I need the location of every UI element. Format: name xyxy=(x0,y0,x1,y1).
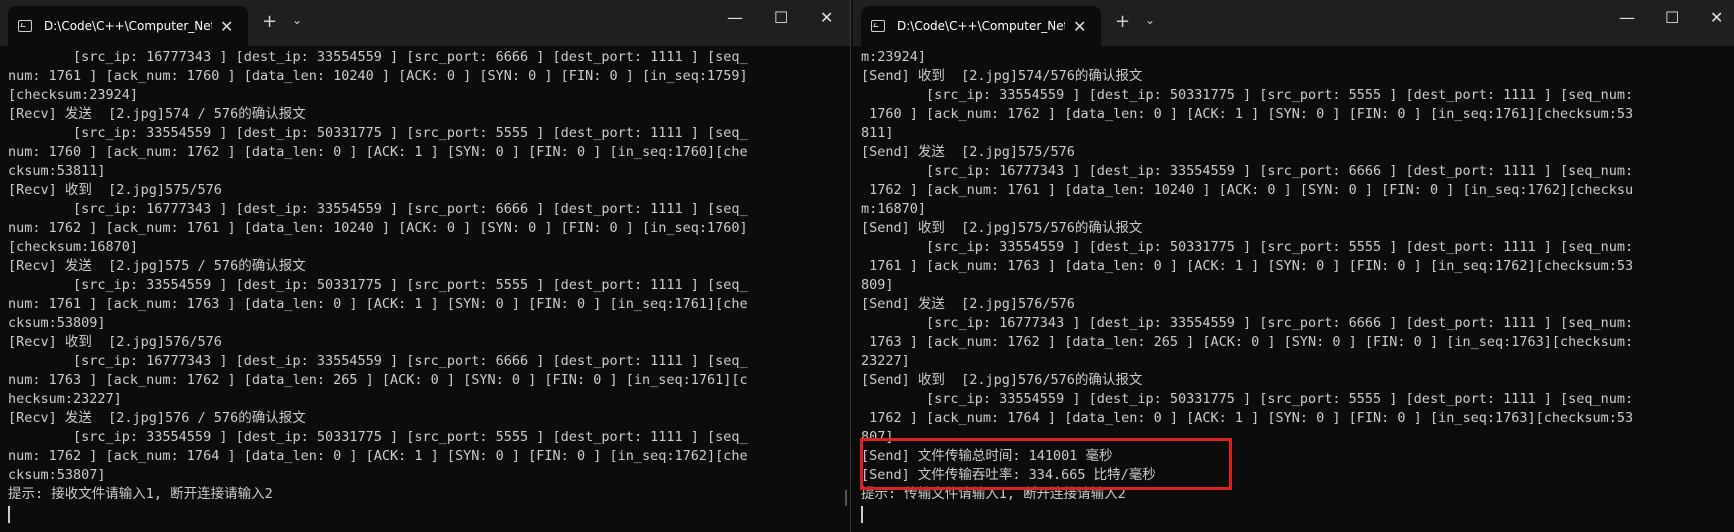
output-line: [Recv] 收到 [2.jpg]575/576 xyxy=(8,182,222,198)
output-line: [src_ip: 16777343 ] [dest_ip: 33554559 ]… xyxy=(8,353,748,369)
output-line: [Send] 收到 [2.jpg]576/576的确认报文 xyxy=(861,372,1143,388)
scrollbar[interactable] xyxy=(845,490,847,506)
tab-close-icon[interactable]: ✕ xyxy=(220,17,233,36)
output-line: cksum:53807] xyxy=(8,467,106,483)
output-line: 1760 ] [ack_num: 1762 ] [data_len: 0 ] [… xyxy=(861,106,1634,122)
output-line: 1763 ] [ack_num: 1762 ] [data_len: 265 ]… xyxy=(861,334,1634,350)
tab-close-icon[interactable]: ✕ xyxy=(1073,17,1086,36)
output-line: [Send] 发送 [2.jpg]575/576 xyxy=(861,144,1075,160)
output-line: num: 1761 ] [ack_num: 1763 ] [data_len: … xyxy=(8,296,748,312)
terminal-window-left: D:\Code\C++\Computer_Netw ✕ + ⌄ — ☐ ✕ [s… xyxy=(0,0,851,532)
output-line: [src_ip: 33554559 ] [dest_ip: 50331775 ]… xyxy=(8,125,748,141)
output-line: m:16870] xyxy=(861,201,927,217)
chevron-down-icon[interactable]: ⌄ xyxy=(1145,13,1155,27)
output-line: cksum:53811] xyxy=(8,163,106,179)
output-line: num: 1760 ] [ack_num: 1762 ] [data_len: … xyxy=(8,144,748,160)
new-tab-button[interactable]: + xyxy=(262,11,277,32)
maximize-button[interactable]: ☐ xyxy=(774,8,788,27)
output-line: [src_ip: 33554559 ] [dest_ip: 50331775 ]… xyxy=(861,239,1634,255)
minimize-button[interactable]: — xyxy=(727,8,743,27)
output-line: num: 1762 ] [ack_num: 1764 ] [data_len: … xyxy=(8,448,748,464)
output-line: [Send] 收到 [2.jpg]574/576的确认报文 xyxy=(861,68,1143,84)
output-line: [Recv] 收到 [2.jpg]576/576 xyxy=(8,334,222,350)
output-line: [src_ip: 33554559 ] [dest_ip: 50331775 ]… xyxy=(8,277,748,293)
close-button[interactable]: ✕ xyxy=(1710,8,1723,27)
prompt-line: 提示: 接收文件请输入1, 断开连接请输入2 xyxy=(8,486,273,502)
terminal-icon xyxy=(871,20,885,32)
output-line: [Send] 收到 [2.jpg]575/576的确认报文 xyxy=(861,220,1143,236)
text-cursor xyxy=(8,506,10,523)
text-cursor xyxy=(861,506,863,523)
output-line: num: 1761 ] [ack_num: 1760 ] [data_len: … xyxy=(8,68,748,84)
output-line: [src_ip: 33554559 ] [dest_ip: 50331775 ]… xyxy=(861,87,1634,103)
title-bar: D:\Code\C++\Computer_Netw ✕ + ⌄ — ☐ ✕ xyxy=(853,0,1734,46)
tab-title: D:\Code\C++\Computer_Netw xyxy=(897,19,1065,33)
output-line: [src_ip: 16777343 ] [dest_ip: 33554559 ]… xyxy=(8,49,748,65)
output-line: 23227] xyxy=(861,353,910,369)
output-line: 1762 ] [ack_num: 1764 ] [data_len: 0 ] [… xyxy=(861,410,1634,426)
output-line: [src_ip: 16777343 ] [dest_ip: 33554559 ]… xyxy=(8,201,748,217)
output-line: [Send] 发送 [2.jpg]576/576 xyxy=(861,296,1075,312)
close-button[interactable]: ✕ xyxy=(820,8,833,27)
minimize-button[interactable]: — xyxy=(1619,8,1635,27)
output-line: [src_ip: 33554559 ] [dest_ip: 50331775 ]… xyxy=(861,391,1634,407)
output-line: hecksum:23227] xyxy=(8,391,122,407)
output-line: [Recv] 发送 [2.jpg]575 / 576的确认报文 xyxy=(8,258,306,274)
output-line: 1761 ] [ack_num: 1763 ] [data_len: 0 ] [… xyxy=(861,258,1634,274)
output-line: num: 1762 ] [ack_num: 1761 ] [data_len: … xyxy=(8,220,748,236)
terminal-window-right: D:\Code\C++\Computer_Netw ✕ + ⌄ — ☐ ✕ m:… xyxy=(853,0,1734,532)
tab-title: D:\Code\C++\Computer_Netw xyxy=(44,19,212,33)
output-line: [Recv] 发送 [2.jpg]574 / 576的确认报文 xyxy=(8,106,306,122)
output-line: 809] xyxy=(861,277,894,293)
output-line: [src_ip: 16777343 ] [dest_ip: 33554559 ]… xyxy=(861,315,1634,331)
terminal-tab[interactable]: D:\Code\C++\Computer_Netw ✕ xyxy=(8,6,248,46)
output-line: [Recv] 发送 [2.jpg]576 / 576的确认报文 xyxy=(8,410,306,426)
output-line: [src_ip: 33554559 ] [dest_ip: 50331775 ]… xyxy=(8,429,748,445)
terminal-output[interactable]: [src_ip: 16777343 ] [dest_ip: 33554559 ]… xyxy=(8,48,842,523)
chevron-down-icon[interactable]: ⌄ xyxy=(292,13,302,27)
output-line: [checksum:16870] xyxy=(8,239,139,255)
output-line: 811] xyxy=(861,125,894,141)
red-highlight-box xyxy=(860,438,1232,490)
maximize-button[interactable]: ☐ xyxy=(1665,8,1679,27)
output-line: cksum:53809] xyxy=(8,315,106,331)
terminal-tab[interactable]: D:\Code\C++\Computer_Netw ✕ xyxy=(861,6,1101,46)
terminal-icon xyxy=(18,20,32,32)
output-line: 1762 ] [ack_num: 1761 ] [data_len: 10240… xyxy=(861,182,1634,198)
output-line: [src_ip: 16777343 ] [dest_ip: 33554559 ]… xyxy=(861,163,1634,179)
output-line: [checksum:23924] xyxy=(8,87,139,103)
output-line: num: 1763 ] [ack_num: 1762 ] [data_len: … xyxy=(8,372,748,388)
output-line: m:23924] xyxy=(861,49,927,65)
new-tab-button[interactable]: + xyxy=(1115,11,1130,32)
title-bar: D:\Code\C++\Computer_Netw ✕ + ⌄ — ☐ ✕ xyxy=(0,0,850,46)
